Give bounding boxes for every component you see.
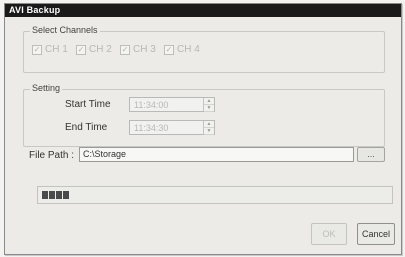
spin-down-icon[interactable]: ▼ [204,105,214,112]
spin-down-icon[interactable]: ▼ [204,128,214,135]
end-time-spinner[interactable]: ▲ ▼ [203,121,214,135]
cancel-button[interactable]: Cancel [357,223,395,245]
channel-label: CH 3 [133,44,156,55]
progress-fill [42,191,69,199]
start-time-value: 11:34:00 [134,99,169,110]
end-time-input[interactable]: 11:34:30 ▲ ▼ [129,120,215,135]
channel-1-checkbox[interactable]: ✓ CH 1 [32,44,68,55]
end-time-label: End Time [65,122,108,133]
checkbox-check-icon: ✓ [76,44,86,55]
checkbox-check-icon: ✓ [120,44,130,55]
channel-2-checkbox[interactable]: ✓ CH 2 [76,44,112,55]
progress-bar [37,186,393,204]
end-time-value: 11:34:30 [134,122,169,133]
progress-block [63,191,69,199]
checkbox-check-icon: ✓ [32,44,42,55]
setting-title: Setting [30,83,63,93]
avi-backup-dialog: AVI Backup Select Channels ✓ CH 1 ✓ CH 2… [4,3,402,255]
start-time-input[interactable]: 11:34:00 ▲ ▼ [129,97,215,112]
browse-button[interactable]: ... [357,147,385,162]
progress-block [49,191,55,199]
file-path-label: File Path : [29,150,75,161]
channel-label: CH 4 [177,44,200,55]
select-channels-group: Select Channels ✓ CH 1 ✓ CH 2 ✓ CH 3 ✓ C… [23,25,385,73]
channel-3-checkbox[interactable]: ✓ CH 3 [120,44,156,55]
start-time-label: Start Time [65,99,111,110]
progress-block [56,191,62,199]
channel-label: CH 1 [45,44,68,55]
progress-block [42,191,48,199]
checkbox-check-icon: ✓ [164,44,174,55]
spin-up-icon[interactable]: ▲ [204,98,214,105]
file-path-input[interactable]: C:\Storage [79,147,354,162]
select-channels-title: Select Channels [30,25,100,35]
channel-4-checkbox[interactable]: ✓ CH 4 [164,44,200,55]
window-title: AVI Backup [5,4,401,17]
channel-label: CH 2 [89,44,112,55]
spin-up-icon[interactable]: ▲ [204,121,214,128]
ok-button[interactable]: OK [311,223,347,245]
start-time-spinner[interactable]: ▲ ▼ [203,98,214,112]
